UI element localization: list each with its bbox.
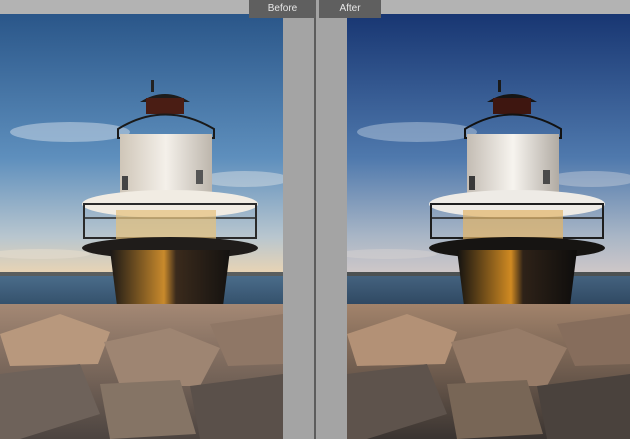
after-image-pane[interactable] <box>347 14 630 439</box>
before-image-pane[interactable] <box>0 14 283 439</box>
after-lighthouse-photo <box>347 14 630 439</box>
before-label: Before <box>249 0 316 18</box>
after-label: After <box>319 0 381 18</box>
divider-edge <box>314 0 316 439</box>
compare-divider[interactable] <box>283 0 347 439</box>
before-lighthouse-photo <box>0 14 283 439</box>
